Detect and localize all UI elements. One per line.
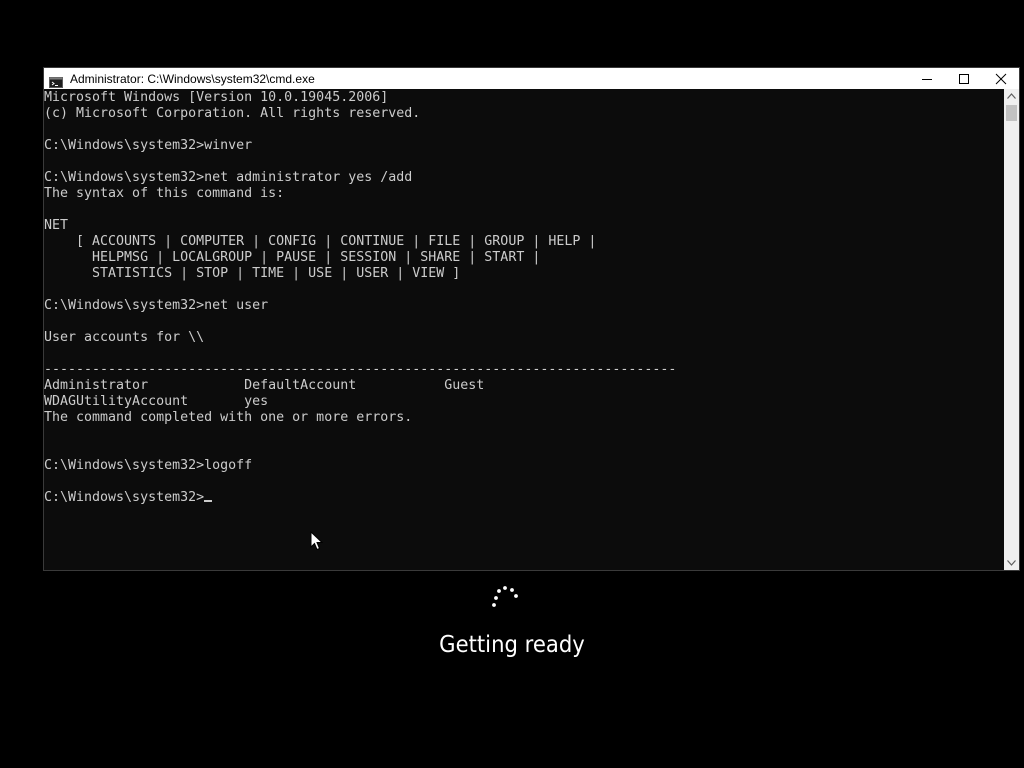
console-line: [ ACCOUNTS | COMPUTER | CONFIG | CONTINU…	[44, 234, 597, 249]
scroll-up-button[interactable]	[1004, 89, 1019, 103]
close-button[interactable]	[982, 68, 1019, 89]
console-line: Administrator DefaultAccount Guest	[44, 378, 485, 393]
console-line: C:\Windows\system32>net user	[44, 298, 269, 313]
console-prompt-line[interactable]: C:\Windows\system32>	[44, 490, 1004, 506]
console-line: C:\Windows\system32>logoff	[44, 458, 253, 473]
console-line: C:\Windows\system32>winver	[44, 138, 253, 153]
title-bar[interactable]: Administrator: C:\Windows\system32\cmd.e…	[44, 68, 1019, 89]
window-controls	[908, 68, 1019, 89]
console-text: Microsoft Windows [Version 10.0.19045.20…	[44, 89, 1004, 506]
console-line: The syntax of this command is:	[44, 186, 285, 201]
console-line: ----------------------------------------…	[44, 362, 677, 377]
mouse-pointer-icon	[310, 530, 324, 555]
vertical-scrollbar[interactable]	[1004, 89, 1019, 570]
console-line: User accounts for \\	[44, 330, 205, 345]
console-prompt: C:\Windows\system32>	[44, 490, 205, 505]
scroll-down-button[interactable]	[1004, 556, 1019, 570]
text-cursor	[204, 500, 213, 502]
console-line: C:\Windows\system32>net administrator ye…	[44, 170, 413, 185]
console-line: NET	[44, 218, 69, 233]
loading-spinner-icon	[488, 584, 522, 618]
chevron-down-icon	[1007, 560, 1016, 566]
minimize-icon	[921, 78, 932, 80]
console-line: The command completed with one or more e…	[44, 410, 413, 425]
console-line: Microsoft Windows [Version 10.0.19045.20…	[44, 90, 389, 105]
maximize-icon	[958, 73, 969, 84]
console-line: (c) Microsoft Corporation. All rights re…	[44, 106, 421, 121]
console-line: WDAGUtilityAccount yes	[44, 394, 269, 409]
chevron-up-icon	[1007, 93, 1016, 99]
window-title: Administrator: C:\Windows\system32\cmd.e…	[70, 71, 315, 86]
scroll-thumb[interactable]	[1006, 105, 1017, 121]
console-output[interactable]: Microsoft Windows [Version 10.0.19045.20…	[44, 89, 1004, 570]
maximize-button[interactable]	[945, 68, 982, 89]
cmd-icon	[49, 73, 63, 88]
status-message: Getting ready	[439, 632, 585, 658]
console-line: STATISTICS | STOP | TIME | USE | USER | …	[44, 266, 461, 281]
console-line: HELPMSG | LOCALGROUP | PAUSE | SESSION |…	[44, 250, 541, 265]
minimize-button[interactable]	[908, 68, 945, 89]
cmd-window[interactable]: Administrator: C:\Windows\system32\cmd.e…	[43, 67, 1020, 571]
close-icon	[995, 73, 1006, 84]
